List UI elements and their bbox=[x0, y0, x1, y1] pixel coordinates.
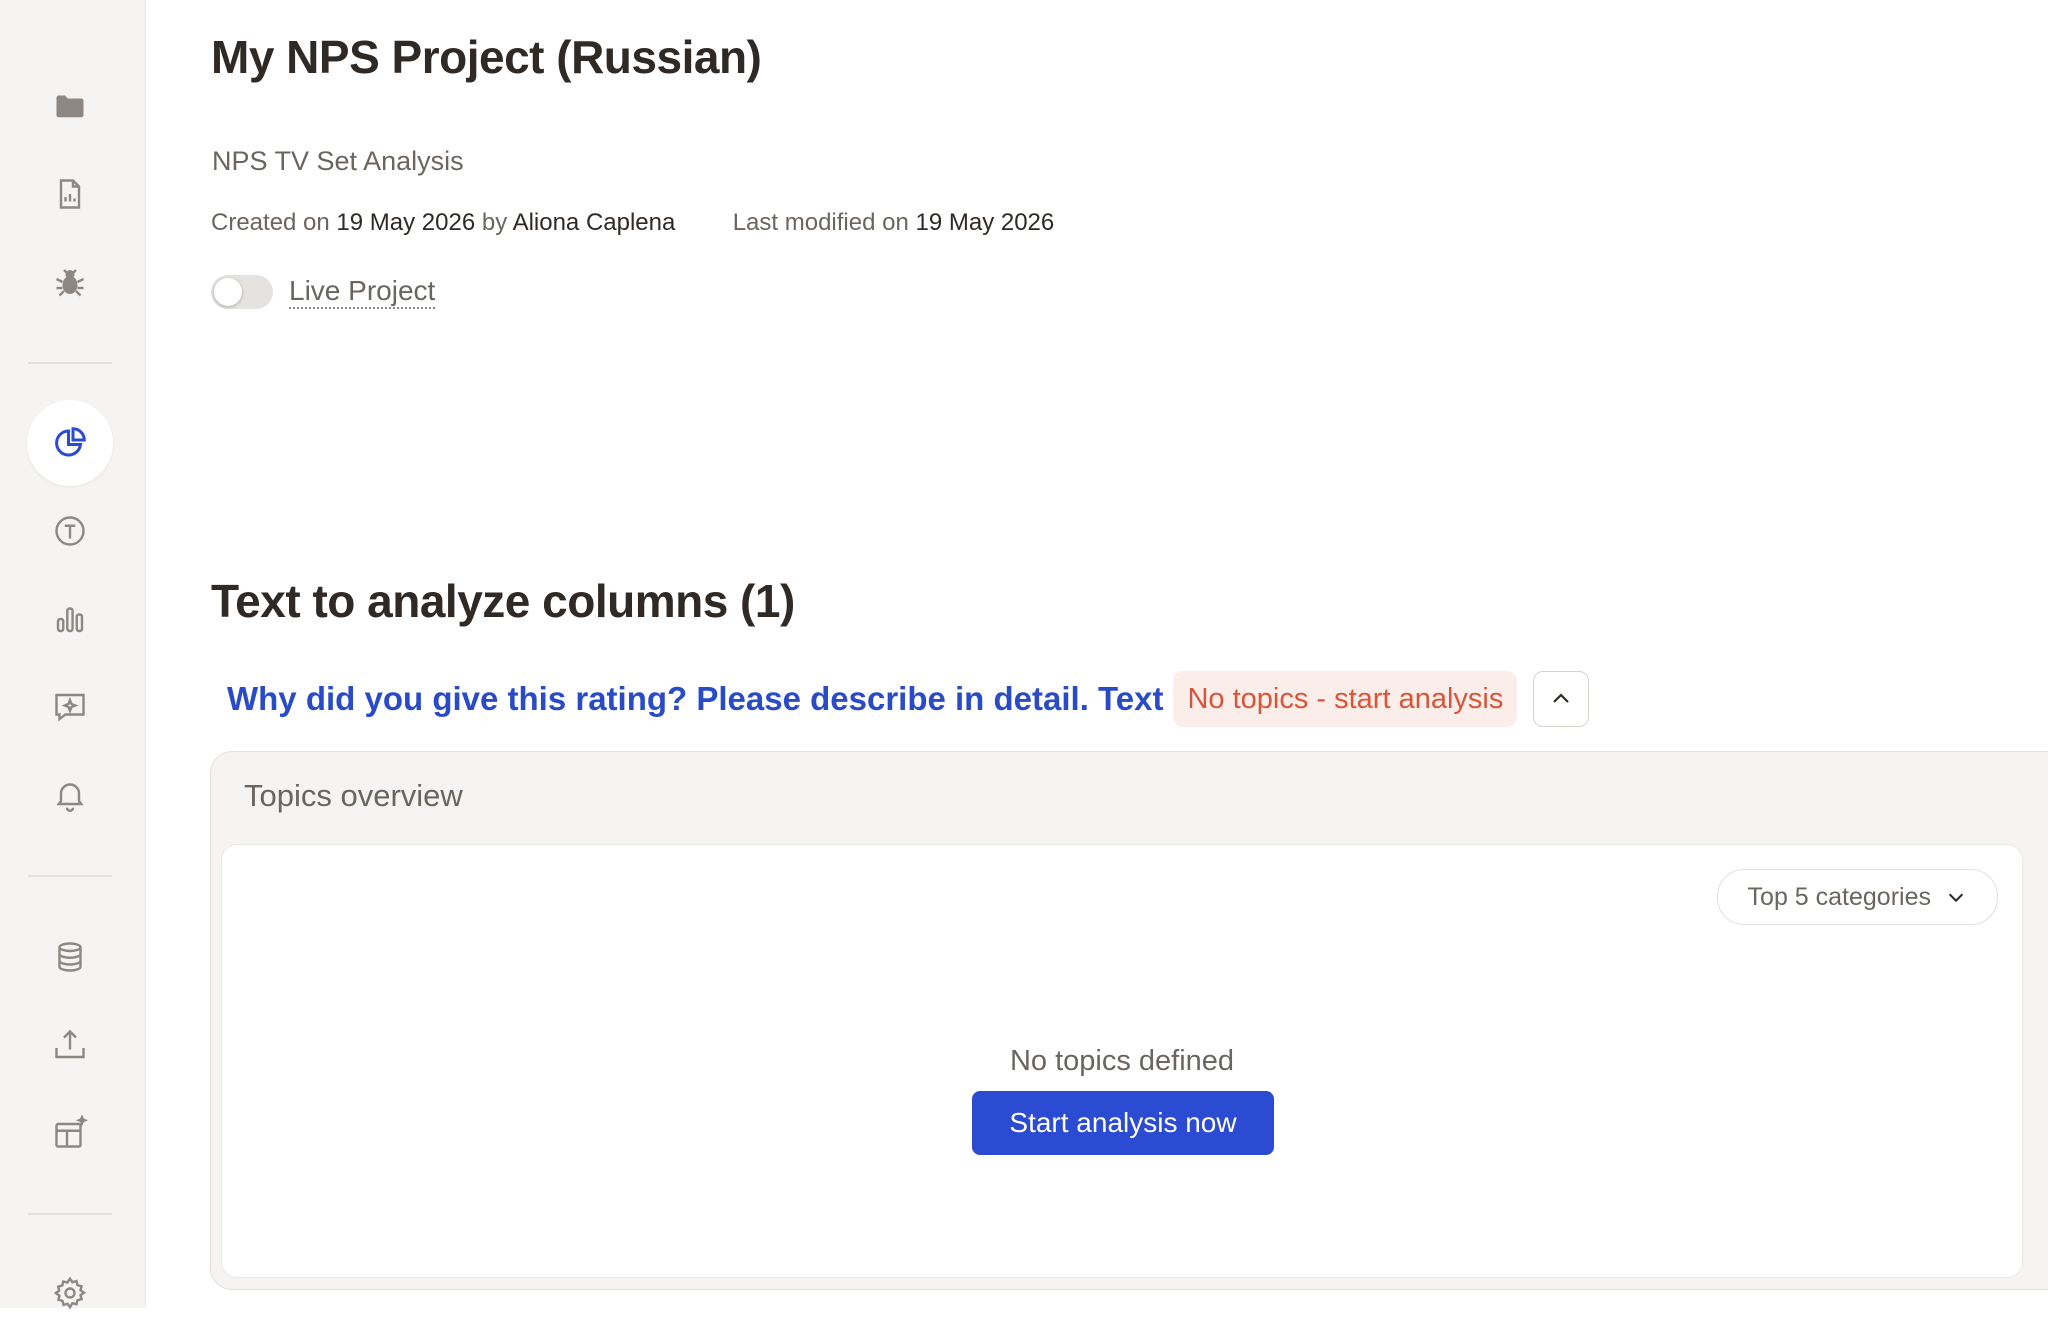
live-project-row: Live Project bbox=[211, 275, 436, 309]
chat-sparkle-icon bbox=[55, 693, 85, 722]
sidebar bbox=[0, 0, 146, 1310]
chevron-up-icon bbox=[1553, 693, 1570, 703]
toggle-knob bbox=[214, 278, 242, 306]
start-analysis-button[interactable]: Start analysis now bbox=[972, 1091, 1274, 1155]
topic-circle-t-icon bbox=[55, 516, 85, 546]
sidebar-item-projects[interactable] bbox=[27, 63, 113, 149]
report-document-icon bbox=[59, 179, 81, 209]
layout-sparkle-icon bbox=[55, 1115, 88, 1148]
folder-icon bbox=[56, 95, 84, 118]
text-column-row: Why did you give this rating? Please des… bbox=[227, 671, 1590, 727]
sidebar-item-alerts[interactable] bbox=[27, 752, 113, 838]
sidebar-item-debug[interactable] bbox=[27, 239, 113, 325]
bar-chart-icon bbox=[56, 607, 84, 633]
pie-chart-icon bbox=[55, 427, 86, 457]
main-content: My NPS Project (Russian) NPS TV Set Anal… bbox=[145, 0, 2048, 1308]
database-icon bbox=[58, 942, 82, 972]
status-badge: No topics - start analysis bbox=[1173, 671, 1518, 727]
by-label: by bbox=[481, 209, 508, 236]
section-title: Text to analyze columns (1) bbox=[211, 575, 795, 627]
author-name: Aliona Caplena bbox=[512, 209, 676, 236]
sidebar-item-charts[interactable] bbox=[27, 576, 113, 662]
sidebar-item-data[interactable] bbox=[27, 914, 113, 1000]
sidebar-item-feedback[interactable] bbox=[27, 664, 113, 750]
project-meta: Created on 19 May 2026 by Aliona Caplena… bbox=[211, 209, 1054, 237]
empty-state-text: No topics defined bbox=[1009, 1045, 1235, 1077]
sidebar-item-export[interactable] bbox=[27, 1002, 113, 1088]
topics-chart-card: Top 5 categories No topics defined Start… bbox=[221, 844, 2023, 1278]
select-label: Top 5 categories bbox=[1747, 882, 1931, 911]
page-title: My NPS Project (Russian) bbox=[211, 31, 762, 83]
modified-label: Last modified on bbox=[732, 209, 909, 236]
modified-date: 19 May 2026 bbox=[915, 209, 1055, 236]
sidebar-item-layout[interactable] bbox=[27, 1090, 113, 1176]
gear-icon bbox=[53, 1276, 87, 1310]
bell-icon bbox=[56, 783, 84, 812]
chevron-down-icon bbox=[1948, 893, 1964, 903]
live-project-label[interactable]: Live Project bbox=[289, 275, 436, 309]
column-name-link[interactable]: Why did you give this rating? Please des… bbox=[227, 680, 1163, 718]
project-description: NPS TV Set Analysis bbox=[212, 146, 464, 176]
sidebar-item-topics[interactable] bbox=[27, 488, 113, 574]
sidebar-divider bbox=[28, 875, 112, 877]
bug-icon bbox=[55, 269, 85, 297]
category-count-select[interactable]: Top 5 categories bbox=[1716, 869, 1998, 925]
live-project-toggle[interactable] bbox=[211, 275, 273, 309]
sidebar-item-overview[interactable] bbox=[27, 400, 113, 486]
upload-icon bbox=[55, 1029, 85, 1059]
sidebar-item-reports[interactable] bbox=[27, 151, 113, 237]
panel-title: Topics overview bbox=[244, 778, 463, 813]
sidebar-item-settings[interactable] bbox=[27, 1250, 113, 1336]
created-label: Created on bbox=[211, 209, 330, 236]
created-date: 19 May 2026 bbox=[336, 209, 476, 236]
sidebar-divider bbox=[28, 362, 112, 364]
topics-overview-panel: Topics overview Top 5 categories No topi… bbox=[210, 751, 2048, 1290]
sidebar-divider bbox=[28, 1213, 112, 1215]
collapse-button[interactable] bbox=[1533, 671, 1590, 727]
